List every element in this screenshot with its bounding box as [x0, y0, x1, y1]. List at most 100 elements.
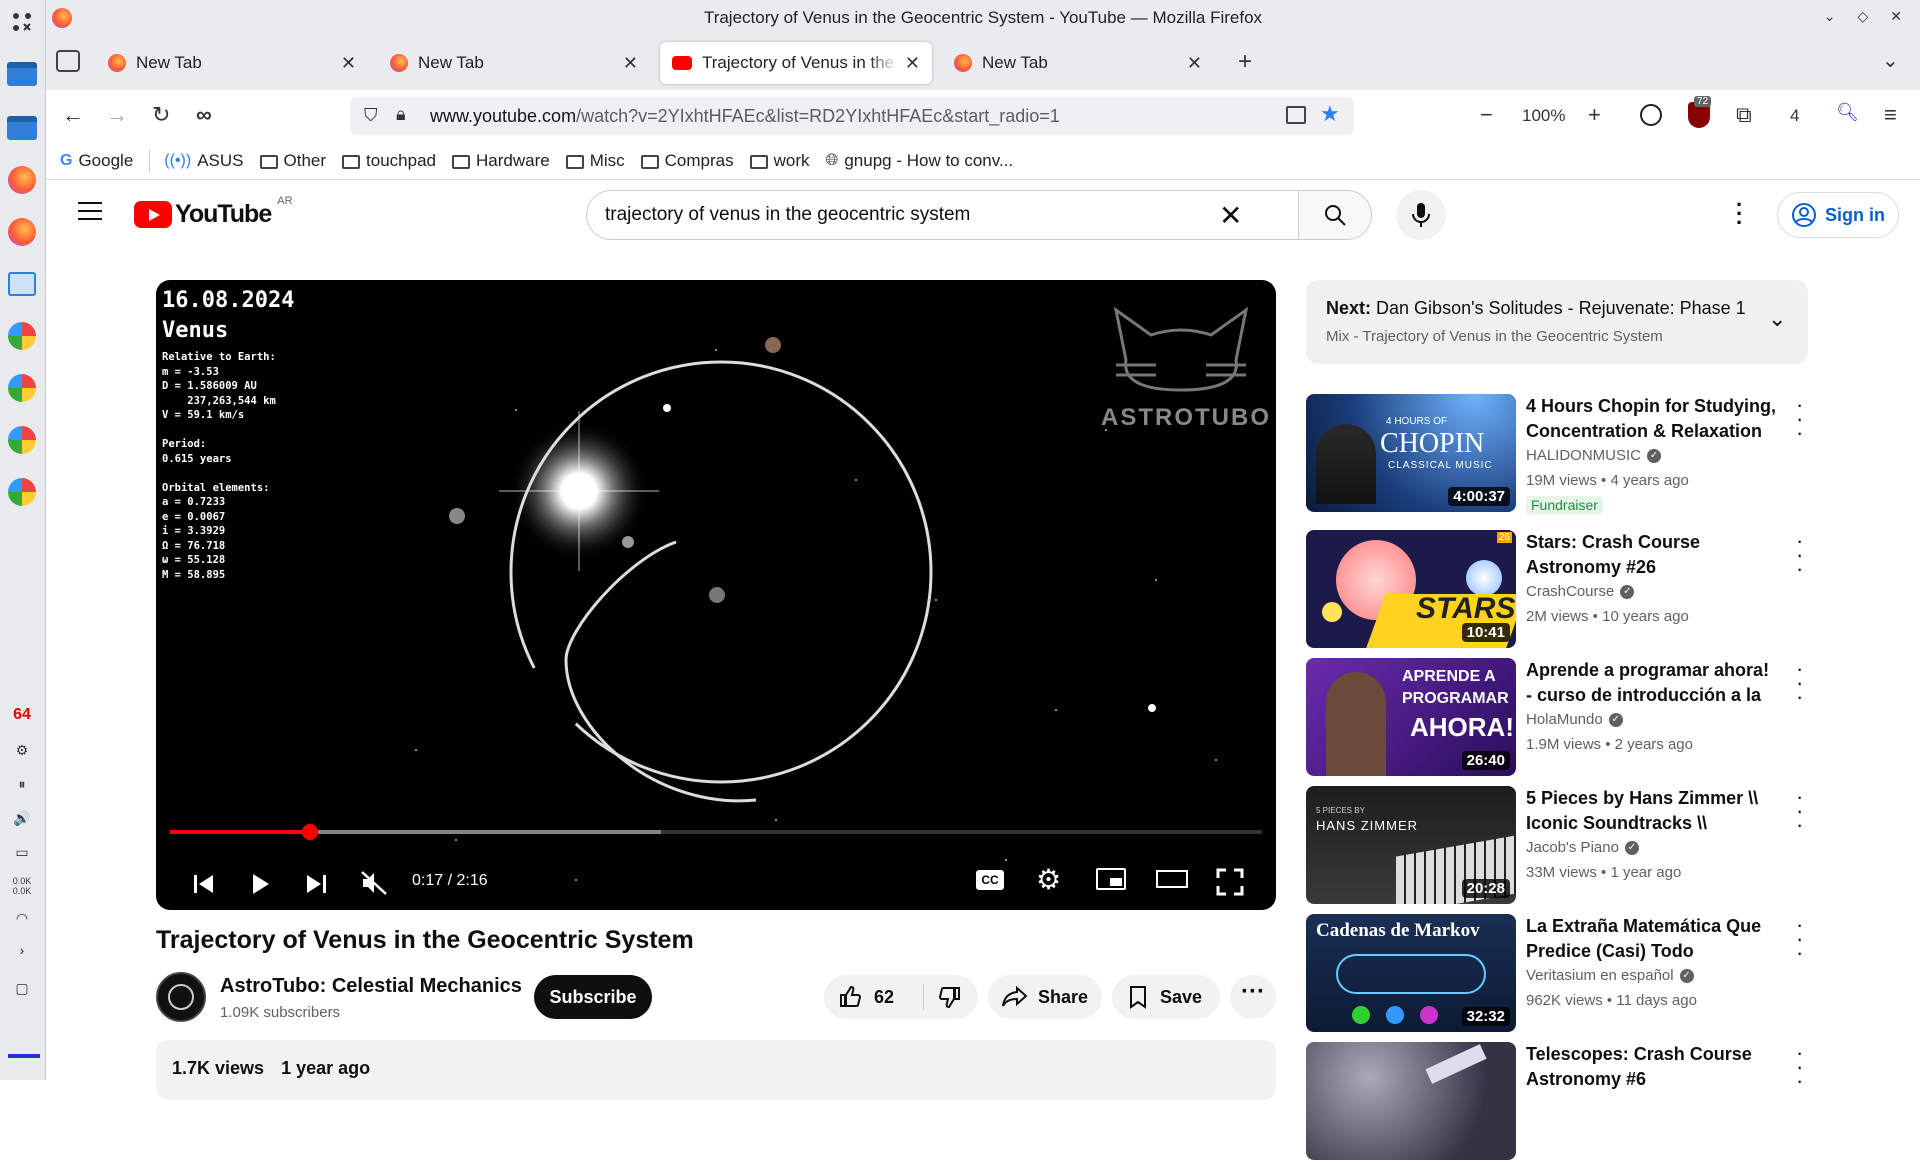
- settings-dots-icon[interactable]: · · ·: [1736, 194, 1743, 234]
- progress-track[interactable]: [170, 824, 1262, 840]
- minimize-icon[interactable]: ⌄: [1824, 8, 1836, 25]
- bookmark-star-icon[interactable]: ★: [1320, 101, 1340, 127]
- zoom-in-icon[interactable]: +: [1588, 102, 1601, 128]
- file-manager-icon[interactable]: [4, 56, 40, 92]
- channel-avatar[interactable]: [156, 972, 206, 1022]
- description-box[interactable]: 1.7K views 1 year ago: [156, 1040, 1276, 1100]
- video-thumbnail[interactable]: Cadenas de Markov 32:32: [1306, 914, 1516, 1032]
- close-tab-icon[interactable]: ✕: [1187, 53, 1202, 74]
- scrubber-handle[interactable]: [301, 824, 318, 840]
- pinwheel-app-icon[interactable]: [4, 370, 40, 406]
- rec-title[interactable]: Aprende a programar ahora! - curso de in…: [1526, 658, 1776, 708]
- image-viewer-icon[interactable]: [4, 266, 40, 302]
- video-thumbnail[interactable]: STARS 26 10:41: [1306, 530, 1516, 648]
- more-vert-icon[interactable]: · · ·: [1796, 1042, 1803, 1092]
- list-item[interactable]: 5 PIECES BY HANS ZIMMER 20:28 5 Pieces b…: [1306, 786, 1906, 906]
- rec-title[interactable]: Telescopes: Crash Course Astronomy #6: [1526, 1042, 1776, 1092]
- tab-new-tab[interactable]: New Tab ✕: [378, 42, 650, 84]
- like-button[interactable]: 62: [824, 984, 924, 1010]
- bookmark-folder-compras[interactable]: Compras: [640, 151, 734, 171]
- search-extension-icon[interactable]: 🔍︎: [1836, 102, 1859, 123]
- list-item[interactable]: 4 HOURS OF CHOPIN CLASSICAL MUSIC 4:00:3…: [1306, 394, 1906, 514]
- back-arrow-icon[interactable]: ←: [62, 102, 84, 128]
- more-vert-icon[interactable]: · · ·: [1796, 786, 1803, 836]
- firefox-icon[interactable]: [4, 162, 40, 198]
- muted-volume-icon[interactable]: [360, 870, 388, 896]
- bookmark-folder-other[interactable]: Other: [259, 151, 326, 171]
- bookmark-gnupg[interactable]: 🌐︎ gnupg - How to conv...: [826, 151, 1014, 171]
- play-icon[interactable]: [248, 872, 272, 896]
- battery-icon[interactable]: ▭: [8, 844, 36, 861]
- private-mask-icon[interactable]: ∞: [196, 102, 212, 128]
- list-all-tabs-icon[interactable]: ⌄: [1882, 48, 1899, 73]
- video-thumbnail[interactable]: 5 PIECES BY HANS ZIMMER 20:28: [1306, 786, 1516, 904]
- url-text[interactable]: www.youtube.com/watch?v=2YIxhtHFAEc&list…: [430, 106, 1060, 127]
- lock-icon[interactable]: 🔒︎: [396, 104, 406, 125]
- pinwheel-app-icon[interactable]: [4, 474, 40, 510]
- search-button[interactable]: [1298, 190, 1372, 240]
- shield-icon[interactable]: ⛉: [364, 105, 378, 126]
- share-button[interactable]: Share: [988, 975, 1102, 1019]
- youtube-logo[interactable]: YouTube AR: [134, 195, 293, 229]
- rec-title[interactable]: Stars: Crash Course Astronomy #26: [1526, 530, 1776, 580]
- captions-icon[interactable]: CC: [976, 870, 1004, 890]
- miniplayer-icon[interactable]: [1096, 868, 1126, 890]
- rec-channel[interactable]: HALIDONMUSIC ✓: [1526, 447, 1662, 464]
- more-vert-icon[interactable]: · · ·: [1796, 530, 1803, 580]
- video-thumbnail[interactable]: 4 HOURS OF CHOPIN CLASSICAL MUSIC 4:00:3…: [1306, 394, 1516, 512]
- rec-channel[interactable]: Jacob's Piano ✓: [1526, 839, 1639, 856]
- rec-title[interactable]: La Extraña Matemática Que Predice (Casi)…: [1526, 914, 1776, 964]
- settings-gear-icon[interactable]: ⚙: [1036, 863, 1061, 896]
- pinwheel-app-icon[interactable]: [4, 422, 40, 458]
- video-thumbnail[interactable]: APRENDE A PROGRAMAR AHORA! 26:40: [1306, 658, 1516, 776]
- picture-icon[interactable]: [1286, 106, 1306, 124]
- voice-search-button[interactable]: [1396, 190, 1446, 240]
- close-tab-icon[interactable]: ✕: [341, 53, 356, 74]
- bookmark-folder-misc[interactable]: Misc: [565, 151, 625, 171]
- next-icon[interactable]: [304, 872, 328, 896]
- close-tab-icon[interactable]: ✕: [905, 53, 920, 74]
- tab-overview-icon[interactable]: [56, 50, 80, 72]
- hamburger-menu-icon[interactable]: ≡: [1884, 102, 1897, 128]
- close-tab-icon[interactable]: ✕: [623, 53, 638, 74]
- forward-arrow-icon[interactable]: →: [106, 102, 128, 128]
- pinwheel-app-icon[interactable]: [4, 318, 40, 354]
- rec-channel[interactable]: Veritasium en español ✓: [1526, 967, 1694, 984]
- file-manager-icon[interactable]: [4, 110, 40, 146]
- more-vert-icon[interactable]: · · ·: [1796, 658, 1803, 708]
- extensions-icon[interactable]: ⧉: [1736, 102, 1752, 128]
- subscribe-button[interactable]: Subscribe: [534, 975, 652, 1019]
- search-input[interactable]: [605, 191, 1185, 239]
- firefox-icon[interactable]: [4, 214, 40, 250]
- list-item[interactable]: Cadenas de Markov 32:32 La Extraña Matem…: [1306, 914, 1906, 1034]
- volume-icon[interactable]: 🔊: [8, 810, 36, 827]
- theater-mode-icon[interactable]: [1156, 870, 1188, 888]
- video-player[interactable]: 16.08.2024 Venus Relative to Earth: m = …: [156, 280, 1276, 910]
- zoom-level[interactable]: 100%: [1522, 106, 1565, 126]
- bookmark-asus[interactable]: ((•)) ASUS: [164, 151, 243, 171]
- list-item[interactable]: STARS 26 10:41 Stars: Crash Course Astro…: [1306, 530, 1906, 650]
- bookmark-folder-touchpad[interactable]: touchpad: [342, 151, 436, 171]
- url-bar[interactable]: ⛉ 🔒︎ www.youtube.com/watch?v=2YIxhtHFAEc…: [350, 97, 1354, 135]
- expand-arrow-icon[interactable]: ›: [8, 942, 36, 958]
- wifi-icon[interactable]: ◠: [8, 910, 36, 927]
- bookmark-folder-work[interactable]: work: [749, 151, 810, 171]
- close-icon[interactable]: ✕: [1890, 8, 1902, 25]
- up-next-panel[interactable]: Next: Dan Gibson's Solitudes - Rejuvenat…: [1306, 280, 1808, 364]
- desktop-icon[interactable]: ▢: [8, 980, 36, 997]
- pause-icon[interactable]: ⏸: [8, 776, 36, 793]
- fullscreen-icon[interactable]: [1216, 868, 1244, 896]
- rec-channel[interactable]: CrashCourse ✓: [1526, 583, 1635, 600]
- save-button[interactable]: Save: [1112, 975, 1220, 1019]
- previous-icon[interactable]: [192, 872, 216, 896]
- reload-icon[interactable]: ↻: [152, 102, 170, 128]
- thumbs-down-icon[interactable]: [938, 985, 962, 1009]
- tab-new-tab[interactable]: New Tab ✕: [96, 42, 368, 84]
- rec-title[interactable]: 4 Hours Chopin for Studying, Concentrati…: [1526, 394, 1776, 444]
- maximize-icon[interactable]: ◇: [1857, 8, 1868, 25]
- sign-in-button[interactable]: Sign in: [1777, 192, 1899, 238]
- more-vert-icon[interactable]: · · ·: [1796, 394, 1803, 444]
- rec-title[interactable]: 5 Pieces by Hans Zimmer \\ Iconic Soundt…: [1526, 786, 1776, 836]
- more-actions-button[interactable]: ···: [1230, 975, 1276, 1019]
- account-icon[interactable]: [1640, 104, 1662, 126]
